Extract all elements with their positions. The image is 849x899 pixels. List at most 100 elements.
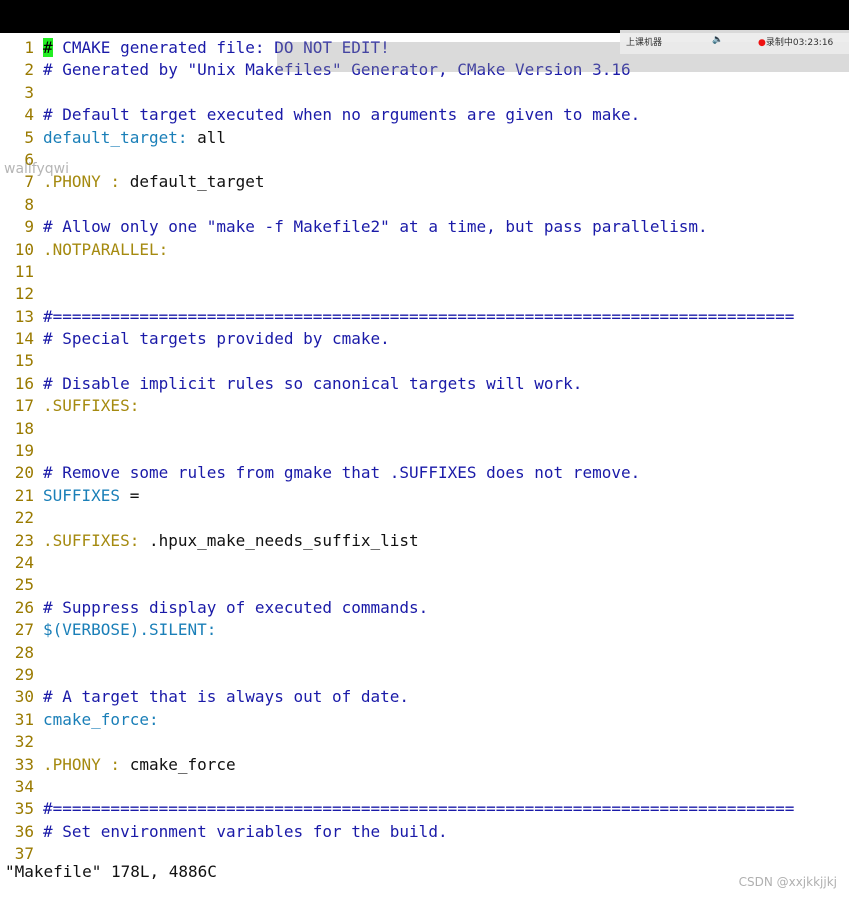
code-token: cmake_force [129,754,236,774]
line-number: 11 [14,261,34,281]
code-token: $(VERBOSE).SILENT: [43,620,217,640]
code-token: .NOTPARALLEL: [43,239,169,259]
code-line[interactable]: 16 # Disable implicit rules so canonical … [0,373,849,395]
line-number: 2 [24,60,34,80]
line-number: 29 [14,664,34,684]
code-line[interactable]: 18 [0,418,849,440]
code-line[interactable]: 11 [0,261,849,283]
line-number: 26 [14,597,34,617]
line-number: 13 [14,306,34,326]
code-line[interactable]: 25 [0,574,849,596]
line-number: 17 [14,396,34,416]
code-line[interactable]: 15 [0,350,849,372]
line-number: 14 [14,329,34,349]
code-token: cmake_force: [43,709,159,729]
recording-status: ●录制中03:23:16 [758,35,833,48]
code-line[interactable]: 36 # Set environment variables for the bu… [0,821,849,843]
csdn-watermark: CSDN @xxjkkjjkj [738,875,837,889]
code-line[interactable]: 27 $(VERBOSE).SILENT: [0,619,849,641]
line-number: 24 [14,552,34,572]
line-number: 28 [14,642,34,662]
code-line[interactable]: 12 [0,283,849,305]
code-line[interactable]: 31 cmake_force: [0,709,849,731]
line-number: 25 [14,575,34,595]
line-number: 19 [14,441,34,461]
line-number: 23 [14,530,34,550]
code-line[interactable]: 8 [0,194,849,216]
code-token: # Remove some rules from gmake that .SUF… [43,463,641,483]
code-line[interactable]: 34 [0,776,849,798]
code-token: #=======================================… [43,306,795,326]
code-line[interactable]: 5 default_target: all [0,127,849,149]
code-token: # A target that is always out of date. [43,687,410,707]
code-line[interactable]: 21 SUFFIXES = [0,485,849,507]
code-line[interactable]: 14 # Special targets provided by cmake. [0,328,849,350]
code-token: # Special targets provided by cmake. [43,329,390,349]
code-token: .SUFFIXES: [43,396,140,416]
code-line[interactable]: 30 # A target that is always out of date. [0,686,849,708]
code-line[interactable]: 22 [0,507,849,529]
line-number: 30 [14,687,34,707]
line-number: 12 [14,284,34,304]
code-editor[interactable]: 1 # CMAKE generated file: DO NOT EDIT! 2 # … [0,37,849,865]
code-line[interactable]: 9 # Allow only one "make -f Makefile2" at… [0,216,849,238]
code-token: #=======================================… [43,799,795,819]
code-token: # Allow only one "make -f Makefile2" at … [43,217,708,237]
code-line[interactable]: 13 #=====================================… [0,306,849,328]
code-line[interactable]: 29 [0,664,849,686]
recording-timer: 录制中03:23:16 [765,38,834,48]
code-line[interactable]: 17 .SUFFIXES: [0,395,849,417]
line-number: 33 [14,754,34,774]
code-line[interactable]: 33 .PHONY : cmake_force [0,754,849,776]
code-token: SUFFIXES [43,485,121,505]
rec-menu-label[interactable]: 上课机器 [626,35,662,48]
code-token: all [187,127,227,147]
code-line[interactable]: 10 .NOTPARALLEL: [0,239,849,261]
text-cursor: # [43,38,53,57]
line-number: 9 [24,217,34,237]
code-token: # Suppress display of executed commands. [43,597,429,617]
code-token: # Disable implicit rules so canonical ta… [43,373,583,393]
top-black-bar [0,0,849,33]
line-number: 10 [14,239,34,259]
line-number: 5 [24,127,34,147]
line-number: 27 [14,620,34,640]
code-token: = [120,485,140,505]
line-number: 3 [24,82,34,102]
code-token: default_target: [43,127,188,147]
code-token: .PHONY : [43,754,130,774]
code-line[interactable]: 28 [0,642,849,664]
line-number: 8 [24,194,34,214]
code-line[interactable]: 20 # Remove some rules from gmake that .S… [0,462,849,484]
line-number: 20 [14,463,34,483]
line-number: 34 [14,776,34,796]
code-token: # Set environment variables for the buil… [43,821,448,841]
line-number: 32 [14,732,34,752]
line-number: 35 [14,799,34,819]
code-token: # Default target executed when no argume… [43,105,641,125]
code-line[interactable]: 23 .SUFFIXES: .hpux_make_needs_suffix_lis… [0,530,849,552]
line-number: 1 [24,38,34,57]
code-line[interactable]: 4 # Default target executed when no argum… [0,104,849,126]
record-dot-icon: ● [758,38,766,48]
code-line[interactable]: 3 [0,82,849,104]
speaker-icon[interactable]: 🔈 [712,35,723,45]
code-line[interactable]: 19 [0,440,849,462]
line-number: 21 [14,485,34,505]
line-number: 36 [14,821,34,841]
code-line[interactable]: 35 #=====================================… [0,798,849,820]
line-number: 31 [14,709,34,729]
code-line[interactable]: 24 [0,552,849,574]
line-number: 16 [14,373,34,393]
code-line[interactable]: 26 # Suppress display of executed command… [0,597,849,619]
line-number: 4 [24,105,34,125]
watermark-text: wallfyqwi [4,161,70,177]
code-line[interactable]: 7 .PHONY : default_target [0,171,849,193]
recording-toolbar[interactable]: 上课机器 🔈 ●录制中03:23:16 [620,30,849,54]
line-number: 22 [14,508,34,528]
code-line[interactable]: 32 [0,731,849,753]
code-line[interactable]: 6 [0,149,849,171]
status-line: "Makefile" 178L, 4886C [5,862,217,881]
line-number: 18 [14,418,34,438]
code-token: .hpux_make_needs_suffix_list [139,530,419,550]
